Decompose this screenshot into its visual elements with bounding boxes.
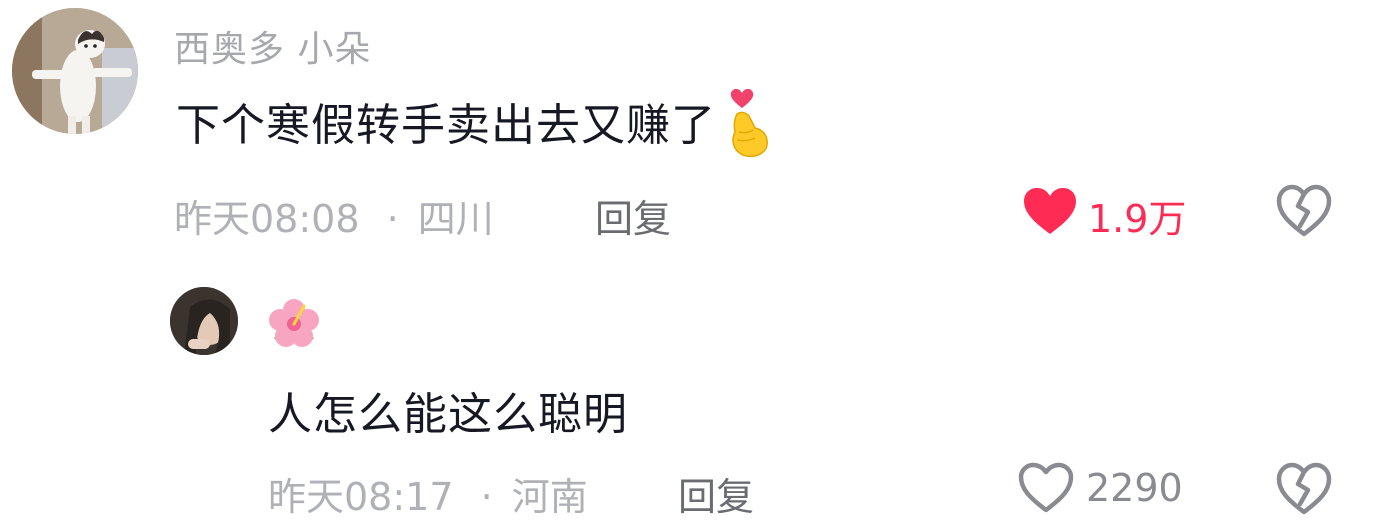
like-count: 2290: [1086, 466, 1183, 510]
comment-text: 人怎么能这么聪明: [268, 389, 628, 440]
finger-heart-emoji-icon: [725, 88, 771, 158]
meta-separator: ·: [480, 475, 493, 519]
reply-button[interactable]: 回复: [678, 466, 754, 521]
girl-avatar-image: [170, 287, 238, 355]
comment-text-row: 下个寒假转手卖出去又赚了: [176, 88, 771, 158]
like-heart-filled-icon[interactable]: [1022, 186, 1078, 238]
comment-location: 河南: [511, 475, 588, 519]
comment-time: 昨天08:08: [174, 197, 360, 241]
comment-location: 四川: [417, 197, 494, 241]
avatar[interactable]: [12, 8, 138, 134]
comment-text: 下个寒假转手卖出去又赚了: [176, 100, 716, 151]
comment-meta-row: 昨天08:17 · 河南: [268, 466, 588, 521]
like-heart-outline-icon[interactable]: [1018, 462, 1074, 514]
comment-username[interactable]: 西奥多 小朵: [174, 20, 371, 72]
dislike-broken-heart-icon[interactable]: [1276, 184, 1332, 238]
hibiscus-emoji-icon[interactable]: [268, 298, 320, 350]
meta-separator: ·: [386, 197, 399, 241]
cat-avatar-image: [12, 8, 138, 134]
dislike-broken-heart-icon[interactable]: [1276, 462, 1332, 516]
comment-meta-row: 昨天08:08 · 四川: [174, 188, 494, 243]
reply-button[interactable]: 回复: [595, 188, 671, 243]
comment-time: 昨天08:17: [268, 475, 454, 519]
like-count: 1.9万: [1088, 197, 1187, 241]
avatar[interactable]: [170, 287, 238, 355]
